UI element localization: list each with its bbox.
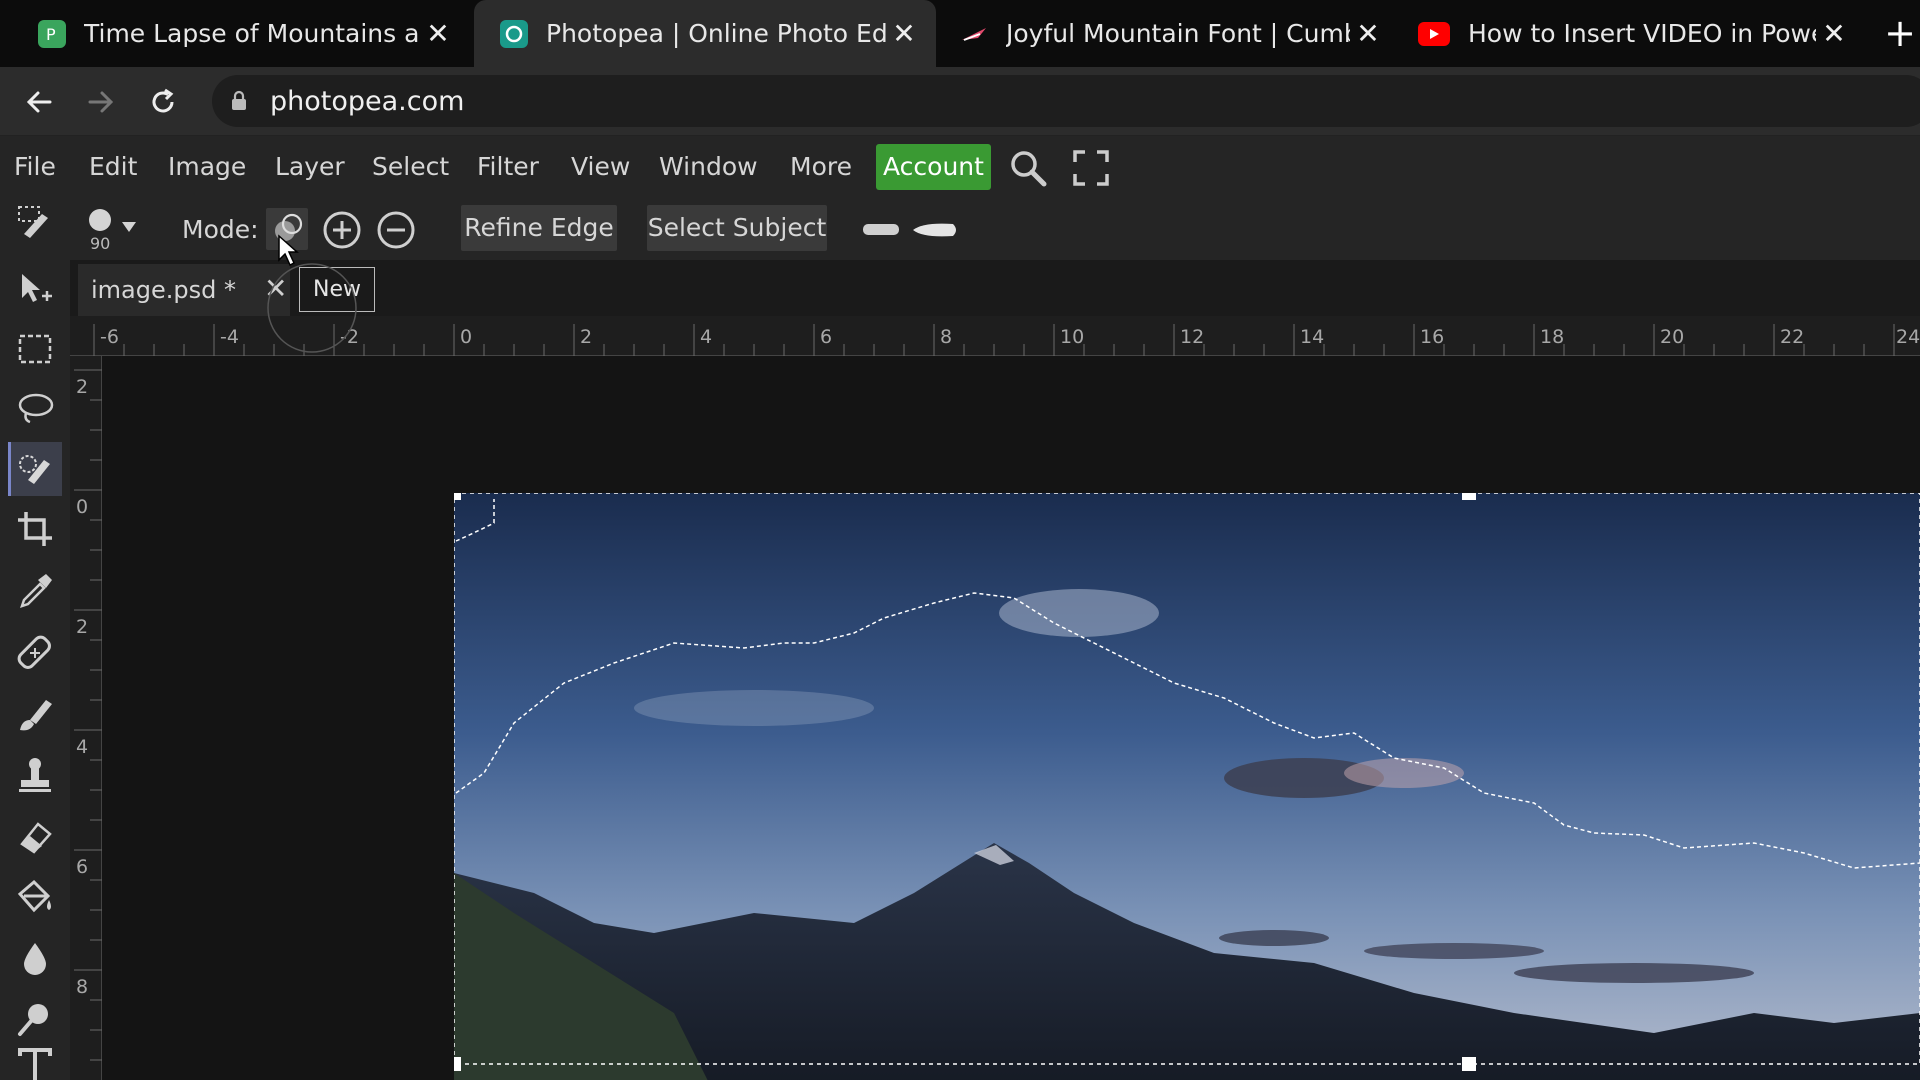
transform-handle[interactable] (454, 1057, 461, 1071)
lock-icon (230, 90, 248, 116)
tab-close-icon[interactable]: ✕ (886, 17, 922, 50)
transform-handle[interactable] (454, 493, 461, 500)
tab-close-icon[interactable]: ✕ (1816, 17, 1852, 50)
menu-select[interactable]: Select (372, 152, 449, 181)
browser-tab-title: Joyful Mountain Font | Cumberla (1006, 19, 1350, 48)
ruler-label: 20 (1660, 326, 1685, 348)
account-button[interactable]: Account (876, 144, 991, 190)
ruler-label: -6 (100, 326, 119, 348)
ruler-label: 0 (76, 496, 89, 518)
vertical-ruler: 2 0 2 4 6 8 (70, 356, 102, 1080)
search-icon[interactable] (1008, 148, 1048, 192)
ruler-ticks (74, 369, 102, 1061)
quick-selection-tool-options-icon[interactable] (8, 196, 62, 250)
mode-label: Mode: (182, 215, 259, 244)
marquee-tool-icon[interactable] (8, 322, 62, 376)
tool-options-bar: 90 Mode: Refine Edge Select Subject (70, 198, 1920, 260)
sample-all-layers-toggle-icon[interactable] (863, 220, 963, 244)
healing-brush-tool-icon[interactable] (8, 626, 62, 680)
ruler-label: 2 (76, 376, 89, 398)
ruler-label: 24 (1896, 326, 1920, 348)
svg-text:P: P (46, 25, 56, 43)
crop-tool-icon[interactable] (8, 502, 62, 556)
lasso-tool-icon[interactable] (8, 382, 62, 436)
url-bar[interactable]: photopea.com (212, 75, 1920, 127)
ruler-label: -4 (220, 326, 239, 348)
ruler-label: 6 (820, 326, 833, 348)
ruler-label: 4 (76, 736, 89, 758)
brush-size-value: 90 (90, 234, 111, 253)
ruler-label: 14 (1300, 326, 1325, 348)
ruler-label: 12 (1180, 326, 1205, 348)
ruler-label: 22 (1780, 326, 1805, 348)
address-bar: photopea.com (0, 67, 1920, 136)
ruler-label: 2 (580, 326, 593, 348)
menu-layer[interactable]: Layer (275, 152, 345, 181)
browser-tab-strip: P Time Lapse of Mountains at Suns ✕ Phot… (0, 0, 1920, 67)
tab-close-icon[interactable]: ✕ (1350, 17, 1386, 50)
browser-tab[interactable]: Joyful Mountain Font | Cumberla ✕ (940, 0, 1400, 67)
tab-close-icon[interactable]: ✕ (420, 17, 456, 50)
eyedropper-tool-icon[interactable] (8, 564, 62, 618)
youtube-favicon-icon (1418, 21, 1450, 46)
browser-tab-active[interactable]: Photopea | Online Photo Editor ✕ (474, 0, 936, 67)
ruler-label: 8 (940, 326, 953, 348)
video-favicon-icon: P (38, 19, 66, 48)
ruler-label: 10 (1060, 326, 1085, 348)
transform-handle[interactable] (1462, 493, 1476, 500)
new-tab-icon[interactable]: + (1880, 10, 1920, 56)
forward-icon[interactable] (78, 79, 124, 125)
eraser-tool-icon[interactable] (8, 810, 62, 864)
brush-tool-icon[interactable] (8, 688, 62, 742)
ruler-label: 8 (76, 976, 89, 998)
mouse-pointer-icon (278, 234, 299, 267)
select-subject-button[interactable]: Select Subject (647, 205, 827, 251)
menu-edit[interactable]: Edit (89, 152, 137, 181)
document-tab[interactable]: image.psd * ✕ (78, 264, 290, 316)
mode-add-selection-icon[interactable] (322, 210, 362, 254)
menu-view[interactable]: View (571, 152, 630, 181)
browser-tab[interactable]: P Time Lapse of Mountains at Suns ✕ (0, 0, 470, 67)
menu-image[interactable]: Image (168, 152, 246, 181)
refine-edge-button[interactable]: Refine Edge (461, 205, 617, 251)
ruler-label: 16 (1420, 326, 1445, 348)
mountain-photo[interactable] (454, 493, 1920, 1080)
app-menu-bar: File Edit Image Layer Select Filter View… (0, 136, 1920, 198)
url-text: photopea.com (270, 86, 465, 117)
browser-tab[interactable]: How to Insert VIDEO in PowerPoi ✕ (1404, 0, 1866, 67)
paint-bucket-tool-icon[interactable] (8, 870, 62, 924)
brush-cursor-icon (267, 263, 357, 353)
photopea-favicon-icon (500, 19, 528, 48)
tools-panel (0, 198, 70, 1080)
dodge-tool-icon[interactable] (8, 992, 62, 1046)
fullscreen-icon[interactable] (1073, 150, 1109, 190)
transform-handle[interactable] (1462, 1057, 1476, 1071)
menu-window[interactable]: Window (659, 152, 758, 181)
mode-subtract-selection-icon[interactable] (376, 210, 416, 254)
browser-tab-title: Time Lapse of Mountains at Suns (84, 19, 420, 48)
type-tool-icon[interactable] (8, 1048, 62, 1080)
move-tool-icon[interactable] (8, 262, 62, 316)
font-site-favicon-icon (960, 20, 988, 48)
canvas-area[interactable] (102, 356, 1920, 1080)
quick-selection-tool-icon[interactable] (8, 442, 62, 496)
browser-tab-title: How to Insert VIDEO in PowerPoi (1468, 19, 1816, 48)
document-tab-title: image.psd * (91, 276, 236, 304)
clone-stamp-tool-icon[interactable] (8, 748, 62, 802)
blur-tool-icon[interactable] (8, 932, 62, 986)
ruler-label: 6 (76, 856, 89, 878)
ruler-label: 0 (460, 326, 473, 348)
menu-more[interactable]: More (790, 152, 852, 181)
ruler-label: 2 (76, 616, 89, 638)
reload-icon[interactable] (140, 79, 186, 125)
browser-tab-title: Photopea | Online Photo Editor (546, 19, 886, 48)
ruler-label: 4 (700, 326, 713, 348)
menu-filter[interactable]: Filter (477, 152, 539, 181)
menu-file[interactable]: File (14, 152, 56, 181)
back-icon[interactable] (16, 79, 62, 125)
ruler-label: 18 (1540, 326, 1565, 348)
